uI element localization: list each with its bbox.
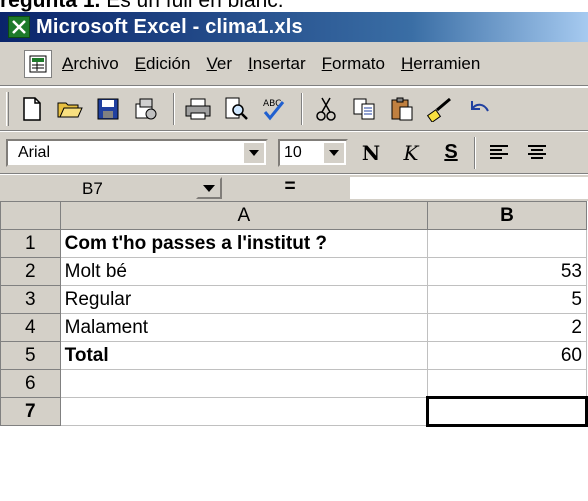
cell-b2[interactable]: 53 [426, 257, 588, 286]
cell-a6[interactable] [59, 369, 428, 398]
menu-herramientas[interactable]: Herramien [401, 54, 480, 74]
menu-bar: Archivo Edición Ver Insertar Formato Her… [0, 42, 588, 86]
cell-a7[interactable] [59, 397, 428, 426]
copy-icon[interactable] [347, 92, 381, 126]
align-center-icon[interactable] [520, 136, 554, 170]
cut-icon[interactable] [309, 92, 343, 126]
chevron-down-icon[interactable] [244, 142, 264, 163]
cell-a4[interactable]: Malament [59, 313, 428, 342]
toolbar-grip[interactable] [6, 92, 9, 126]
cell-a5[interactable]: Total [59, 341, 428, 370]
row-header[interactable]: 4 [0, 313, 61, 342]
font-size-select[interactable]: 10 [278, 138, 348, 167]
save-icon[interactable] [91, 92, 125, 126]
name-box[interactable]: B7 [52, 178, 162, 200]
cell-a2[interactable]: Molt bé [59, 257, 428, 286]
italic-button[interactable]: K [394, 141, 428, 165]
underline-button[interactable]: S [434, 141, 468, 164]
caption-bold: regunta 1. [0, 0, 101, 12]
row-header[interactable]: 2 [0, 257, 61, 286]
permission-icon[interactable] [129, 92, 163, 126]
bold-button[interactable]: N [354, 141, 388, 165]
formula-bar: B7 = [0, 175, 588, 201]
chevron-down-icon[interactable] [324, 142, 344, 163]
worksheet-grid: A B 1 Com t'ho passes a l'institut ? 2 M… [0, 201, 588, 427]
undo-icon[interactable] [461, 92, 495, 126]
cell-b5[interactable]: 60 [426, 341, 588, 370]
print-icon[interactable] [181, 92, 215, 126]
column-header-a[interactable]: A [59, 201, 428, 230]
font-name-value: Arial [18, 143, 51, 161]
cell-b6[interactable] [426, 369, 588, 398]
toolbar-separator [474, 136, 476, 169]
cell-b1[interactable] [426, 229, 588, 258]
menu-insertar[interactable]: Insertar [248, 54, 306, 74]
format-painter-icon[interactable] [423, 92, 457, 126]
open-folder-icon[interactable] [53, 92, 87, 126]
menu-archivo[interactable]: Archivo [62, 54, 119, 74]
edit-formula-button[interactable]: = [232, 177, 348, 198]
formatting-toolbar: Arial 10 N K S [0, 132, 588, 174]
excel-app-icon[interactable] [8, 16, 30, 38]
row-header[interactable]: 5 [0, 341, 61, 370]
row-header[interactable]: 3 [0, 285, 61, 314]
caption-rest: Es un full en blanc. [100, 0, 284, 12]
workbook-icon[interactable] [24, 49, 52, 78]
menu-edicion[interactable]: Edición [135, 54, 191, 74]
title-bar: Microsoft Excel - clima1.xls [0, 12, 588, 42]
menu-ver[interactable]: Ver [206, 54, 232, 74]
align-left-icon[interactable] [482, 136, 516, 170]
menu-formato[interactable]: Formato [322, 54, 385, 74]
standard-toolbar: ABC [0, 87, 588, 131]
row-header[interactable]: 7 [0, 397, 61, 426]
caption: regunta 1. Es un full en blanc. [0, 0, 284, 11]
window-title: Microsoft Excel - clima1.xls [36, 15, 303, 38]
cell-b4[interactable]: 2 [426, 313, 588, 342]
font-name-select[interactable]: Arial [6, 138, 268, 167]
paste-icon[interactable] [385, 92, 419, 126]
new-document-icon[interactable] [15, 92, 49, 126]
chevron-down-icon[interactable] [196, 177, 222, 199]
toolbar-separator [173, 93, 175, 125]
formula-input[interactable] [350, 177, 588, 199]
cell-a1[interactable]: Com t'ho passes a l'institut ? [59, 229, 428, 258]
font-size-value: 10 [284, 143, 302, 161]
spelling-icon[interactable]: ABC [257, 92, 291, 126]
cell-b7-selected[interactable] [425, 396, 588, 427]
cell-a3[interactable]: Regular [59, 285, 428, 314]
select-all-corner[interactable] [0, 201, 61, 230]
toolbar-separator [301, 93, 303, 125]
column-header-b[interactable]: B [426, 201, 588, 230]
cell-b3[interactable]: 5 [426, 285, 588, 314]
row-header[interactable]: 6 [0, 369, 61, 398]
row-header[interactable]: 1 [0, 229, 61, 258]
print-preview-icon[interactable] [219, 92, 253, 126]
